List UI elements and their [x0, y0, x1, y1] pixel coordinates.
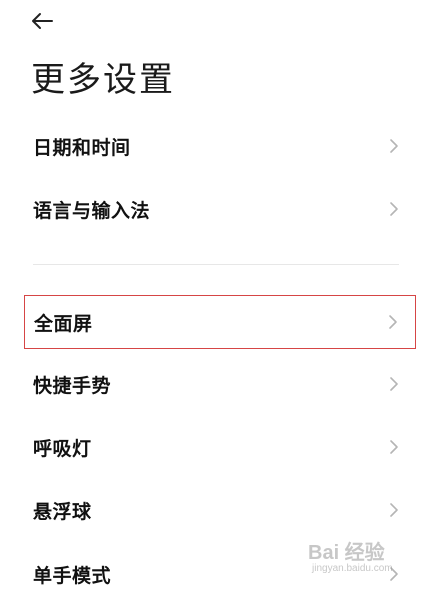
page-title: 更多设置: [31, 60, 175, 100]
chevron-right-icon: [390, 567, 398, 581]
settings-item-breathing-light[interactable]: 呼吸灯: [24, 421, 416, 473]
settings-item-one-handed-mode[interactable]: 单手模式: [24, 548, 416, 592]
settings-item-label: 单手模式: [33, 564, 112, 587]
chevron-right-icon: [390, 202, 398, 216]
chevron-right-icon: [389, 315, 397, 329]
settings-item-label: 悬浮球: [33, 500, 92, 523]
settings-item-label: 日期和时间: [33, 136, 131, 159]
more-settings-screen: 更多设置 日期和时间 语言与输入法 全面屏 快捷手势 呼吸灯 悬浮球 单手模式 …: [0, 0, 421, 592]
settings-item-label: 语言与输入法: [33, 199, 151, 222]
chevron-right-icon: [390, 440, 398, 454]
settings-item-label: 快捷手势: [33, 374, 112, 397]
back-arrow-icon: [32, 13, 53, 29]
settings-item-language-input[interactable]: 语言与输入法: [24, 183, 416, 235]
chevron-right-icon: [390, 139, 398, 153]
settings-item-date-time[interactable]: 日期和时间: [24, 120, 416, 172]
back-button[interactable]: [30, 6, 64, 36]
section-divider: [33, 264, 399, 265]
chevron-right-icon: [390, 377, 398, 391]
settings-item-label: 呼吸灯: [33, 437, 92, 460]
settings-item-label: 全面屏: [34, 312, 93, 335]
chevron-right-icon: [390, 503, 398, 517]
settings-item-floating-ball[interactable]: 悬浮球: [24, 484, 416, 536]
settings-item-quick-gestures[interactable]: 快捷手势: [24, 358, 416, 410]
settings-item-full-screen[interactable]: 全面屏: [24, 295, 416, 349]
